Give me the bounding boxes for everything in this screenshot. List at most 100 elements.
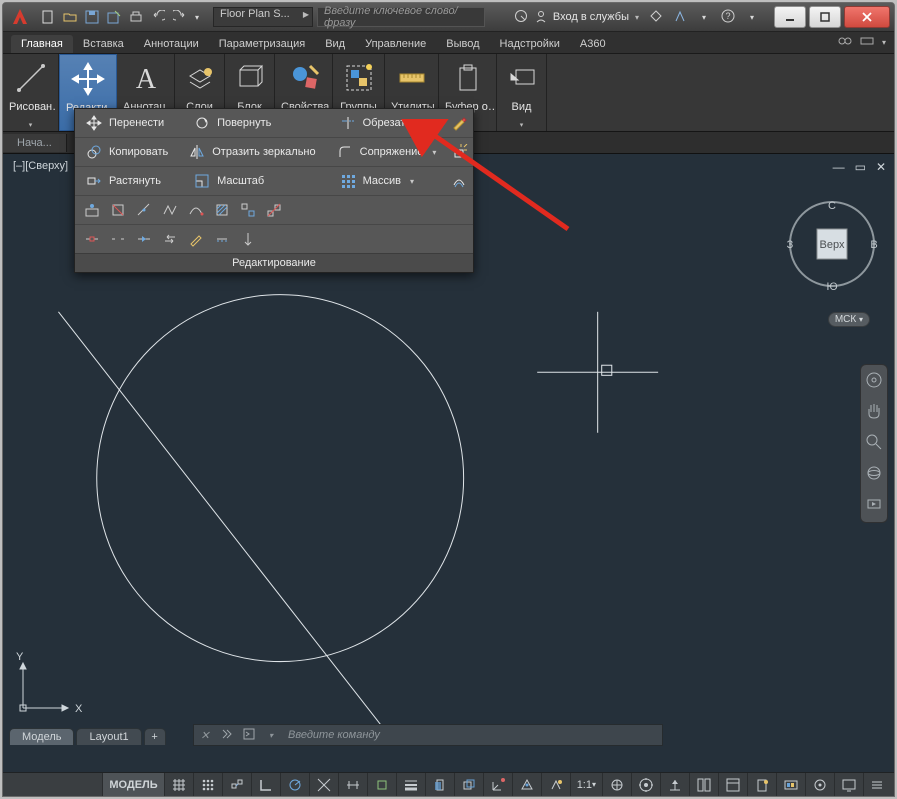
login-menu[interactable]: Вход в службы ▾ <box>511 9 643 26</box>
showmotion-icon[interactable] <box>865 495 883 516</box>
ribbon-tab-home[interactable]: Главная <box>11 35 73 53</box>
change-space-icon[interactable] <box>235 228 261 250</box>
zoom-icon[interactable] <box>865 433 883 454</box>
osnap-tracking-icon[interactable] <box>338 773 367 796</box>
cmd-mirror[interactable]: Отразить зеркально <box>184 140 319 164</box>
set-base-point-icon[interactable] <box>79 199 105 221</box>
pencil-icon[interactable] <box>450 114 467 132</box>
snap-mode-icon[interactable] <box>193 773 222 796</box>
steering-wheel-icon[interactable] <box>865 371 883 392</box>
isometric-icon[interactable] <box>309 773 338 796</box>
command-line[interactable]: ✕ ▾ Введите команду <box>193 724 663 746</box>
ribbon-minimize-icon[interactable] <box>860 35 874 50</box>
tab-model[interactable]: Модель <box>9 728 74 745</box>
exchange-icon[interactable] <box>645 9 667 26</box>
app-logo[interactable] <box>9 6 33 28</box>
cmd-stretch[interactable]: Растянуть <box>81 169 177 193</box>
document-tab[interactable]: Нача... <box>3 134 67 152</box>
units-icon[interactable] <box>689 773 718 796</box>
a360-icon[interactable] <box>669 9 691 26</box>
edit-spline-icon[interactable] <box>183 199 209 221</box>
join-icon[interactable] <box>131 199 157 221</box>
document-title[interactable]: Floor Plan S... <box>213 7 313 27</box>
grid-display-icon[interactable] <box>164 773 193 796</box>
plot-button[interactable] <box>125 6 147 28</box>
tab-layout1[interactable]: Layout1 <box>76 728 141 745</box>
cmd-copy[interactable]: Копировать <box>81 140 172 164</box>
cmd-rotate[interactable]: Повернуть <box>189 111 323 135</box>
featured-apps-icon[interactable] <box>838 35 852 50</box>
cmd-options-icon[interactable]: ▾ <box>260 731 282 740</box>
infer-constraints-icon[interactable] <box>222 773 251 796</box>
offset-icon[interactable] <box>450 172 467 190</box>
ucs-badge[interactable]: МСК ▾ <box>828 312 870 327</box>
transparency-icon[interactable] <box>425 773 454 796</box>
join2-icon[interactable] <box>131 228 157 250</box>
orbit-icon[interactable] <box>865 464 883 485</box>
edit-hatch-icon[interactable] <box>209 199 235 221</box>
annotation-scale-icon[interactable] <box>541 773 570 796</box>
viewcube[interactable]: Bерх С Ю В З <box>782 194 882 294</box>
open-button[interactable] <box>59 6 81 28</box>
search-input[interactable]: Введите ключевое слово/фразу <box>317 7 485 27</box>
minimize-button[interactable] <box>774 6 806 28</box>
ribbon-tab-insert[interactable]: Вставка <box>73 35 134 53</box>
cmd-close-icon[interactable]: ✕ <box>194 729 216 742</box>
saveas-button[interactable] <box>103 6 125 28</box>
ribbon-tab-parametric[interactable]: Параметризация <box>209 35 315 53</box>
panel-view[interactable]: Вид ▾ <box>497 54 547 131</box>
new-button[interactable] <box>37 6 59 28</box>
maximize-button[interactable] <box>809 6 841 28</box>
close-button[interactable] <box>844 6 890 28</box>
cmd-move[interactable]: Перенести <box>81 111 177 135</box>
lineweight-icon[interactable] <box>396 773 425 796</box>
annotation-monitor-icon[interactable] <box>660 773 689 796</box>
ribbon-tab-view[interactable]: Вид <box>315 35 355 53</box>
chevron-down-icon[interactable]: ▾ <box>407 177 414 186</box>
ortho-mode-icon[interactable] <box>251 773 280 796</box>
clean-screen-icon[interactable] <box>834 773 863 796</box>
dynamic-ucs-icon[interactable] <box>483 773 512 796</box>
cmd-fillet[interactable]: Сопряжение ▾ <box>332 140 441 164</box>
scale-button[interactable]: 1:1 ▾ <box>570 773 602 796</box>
stayconnected-icon[interactable]: ▾ <box>693 13 715 22</box>
break-at-point-icon[interactable] <box>79 228 105 250</box>
reverse-icon[interactable] <box>157 228 183 250</box>
help-icon[interactable]: ? <box>717 9 739 26</box>
help-drop[interactable]: ▾ <box>741 13 763 22</box>
break-icon[interactable] <box>105 199 131 221</box>
customize-status-icon[interactable] <box>863 773 890 796</box>
explode-icon[interactable] <box>452 143 468 161</box>
break-gap-icon[interactable] <box>105 228 131 250</box>
isolate-objects-icon[interactable] <box>805 773 834 796</box>
redo-button[interactable] <box>169 6 191 28</box>
pan-icon[interactable] <box>865 402 883 423</box>
qat-more[interactable]: ▾ <box>191 6 203 28</box>
selection-cycle-icon[interactable] <box>454 773 483 796</box>
selection-filter-icon[interactable] <box>512 773 541 796</box>
ribbon-tab-addins[interactable]: Надстройки <box>490 35 570 53</box>
workspace-icon[interactable] <box>631 773 660 796</box>
ribbon-more-icon[interactable]: ▾ <box>882 38 886 47</box>
annotation-visibility-icon[interactable] <box>602 773 631 796</box>
lock-ui-icon[interactable] <box>747 773 776 796</box>
edit-polyline-icon[interactable] <box>157 199 183 221</box>
ribbon-tab-manage[interactable]: Управление <box>355 35 436 53</box>
polar-tracking-icon[interactable] <box>280 773 309 796</box>
hardware-accel-icon[interactable] <box>776 773 805 796</box>
cmd-trim[interactable]: Обрезать ▾ <box>335 111 439 135</box>
ribbon-tab-output[interactable]: Вывод <box>436 35 489 53</box>
cmd-history-icon[interactable] <box>216 728 238 743</box>
copy-nested-icon[interactable] <box>183 228 209 250</box>
align-icon[interactable] <box>261 199 287 221</box>
undo-button[interactable] <box>147 6 169 28</box>
cmd-scale[interactable]: Масштаб <box>189 169 323 193</box>
cmd-array[interactable]: Массив ▾ <box>335 169 439 193</box>
model-space-button[interactable]: МОДЕЛЬ <box>102 773 163 796</box>
object-snap-icon[interactable] <box>367 773 396 796</box>
edit-array-icon[interactable] <box>235 199 261 221</box>
tab-add[interactable]: + <box>144 728 166 745</box>
delete-duplicates-icon[interactable] <box>209 228 235 250</box>
ribbon-tab-a360[interactable]: A360 <box>570 35 616 53</box>
save-button[interactable] <box>81 6 103 28</box>
